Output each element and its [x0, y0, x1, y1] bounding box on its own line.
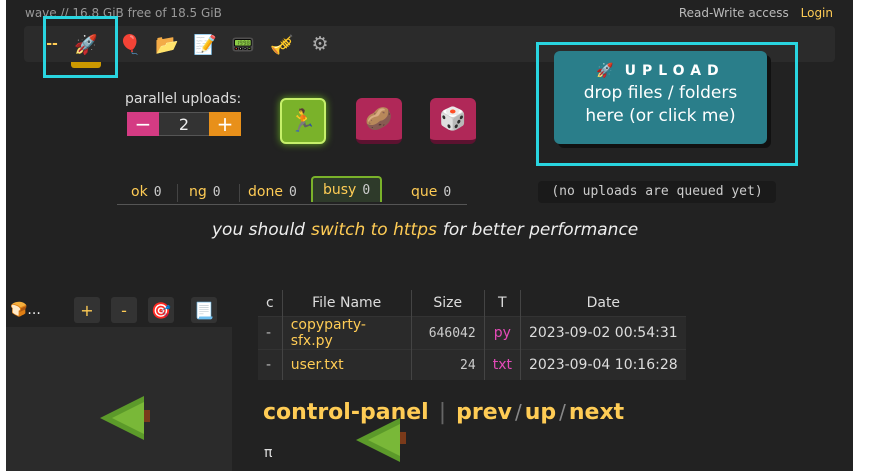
keyboard-icon[interactable]: 📟 — [225, 26, 261, 62]
parallel-uploads-label: parallel uploads: — [125, 91, 242, 107]
tab-que[interactable]: que 0 — [411, 180, 451, 204]
highlight-box-upload — [536, 42, 798, 166]
tree-expand-button[interactable]: + — [74, 297, 100, 323]
tree-header: 🍞... + - 🎯 📃 — [6, 293, 232, 327]
top-bar: wave // 16.8 GiB free of 18.5 GiB Read-W… — [6, 0, 853, 28]
access-info: Read-Write access Login — [679, 6, 833, 20]
potato-icon: 🥔 — [365, 106, 393, 132]
dice-icon: 🎲 — [439, 106, 467, 132]
row-checkbox[interactable]: - — [258, 349, 283, 380]
table-row: - copyparty-sfx.py 646042 py 2023-09-02 … — [258, 316, 686, 350]
col-c[interactable]: c — [258, 290, 282, 317]
access-label: Read-Write access — [678, 6, 789, 20]
switch-https-link[interactable]: switch to https — [311, 220, 437, 240]
runner-icon: 🏃 — [289, 108, 317, 134]
up-link[interactable]: up — [525, 400, 556, 425]
folder-icon[interactable]: 📂 — [149, 26, 185, 62]
potato-mode-button[interactable]: 🥔 — [356, 98, 402, 144]
queue-status: (no uploads are queued yet) — [538, 181, 776, 203]
col-file-name[interactable]: File Name — [281, 290, 412, 317]
login-link[interactable]: Login — [801, 6, 833, 20]
highlight-box-upload-tab — [43, 16, 118, 78]
file-type: py — [483, 316, 521, 350]
file-link[interactable]: user.txt — [281, 349, 412, 380]
tree-icon — [100, 396, 150, 440]
tab-busy[interactable]: busy 0 — [311, 176, 383, 202]
fast-mode-button[interactable]: 🏃 — [280, 98, 326, 144]
file-table: c File Name Size T Date - copyparty-sfx.… — [258, 290, 686, 380]
col-size[interactable]: Size — [410, 290, 485, 317]
table-header-row: c File Name Size T Date — [258, 290, 686, 317]
notepad-icon[interactable]: 📝 — [187, 26, 223, 62]
decrease-button[interactable]: − — [127, 112, 159, 136]
footer-nav: control-panel | prev / up / next — [263, 400, 625, 425]
prev-link[interactable]: prev — [456, 400, 512, 425]
parallel-uploads-stepper: − 2 + — [127, 112, 241, 136]
parallel-uploads-input[interactable]: 2 — [159, 112, 209, 136]
document-icon[interactable]: 📃 — [191, 297, 217, 323]
table-row: - user.txt 24 txt 2023-09-04 10:16:28 — [258, 349, 686, 380]
tree-breadcrumb[interactable]: 🍞... — [10, 297, 41, 323]
random-filename-button[interactable]: 🎲 — [430, 98, 476, 144]
upload-status-tabs: ok 0 ng 0 done 0 busy 0 que 0 — [117, 176, 467, 205]
tab-ok[interactable]: ok 0 — [131, 180, 162, 204]
trumpet-icon[interactable]: 🎺 — [264, 26, 300, 62]
https-notice: you should switch to https for better perf… — [212, 220, 639, 240]
file-type: txt — [483, 349, 521, 380]
pi-label: π — [264, 445, 273, 461]
tree-icon — [356, 418, 406, 462]
file-size: 24 — [410, 349, 485, 380]
tree-sidebar: 🍞... + - 🎯 📃 — [6, 293, 232, 471]
col-date[interactable]: Date — [519, 290, 686, 317]
col-type[interactable]: T — [483, 290, 521, 317]
file-date: 2023-09-02 00:54:31 — [519, 316, 686, 350]
tab-ng[interactable]: ng 0 — [189, 180, 221, 204]
increase-button[interactable]: + — [209, 112, 241, 136]
tab-done[interactable]: done 0 — [248, 180, 297, 204]
gear-icon[interactable]: ⚙ — [302, 26, 338, 62]
file-size: 646042 — [410, 316, 485, 350]
row-checkbox[interactable]: - — [258, 316, 283, 350]
next-link[interactable]: next — [569, 400, 624, 425]
file-link[interactable]: copyparty-sfx.py — [281, 316, 412, 350]
file-date: 2023-09-04 10:16:28 — [519, 349, 686, 380]
tree-collapse-button[interactable]: - — [111, 297, 137, 323]
app: wave // 16.8 GiB free of 18.5 GiB Read-W… — [6, 0, 853, 471]
target-icon[interactable]: 🎯 — [148, 297, 174, 323]
